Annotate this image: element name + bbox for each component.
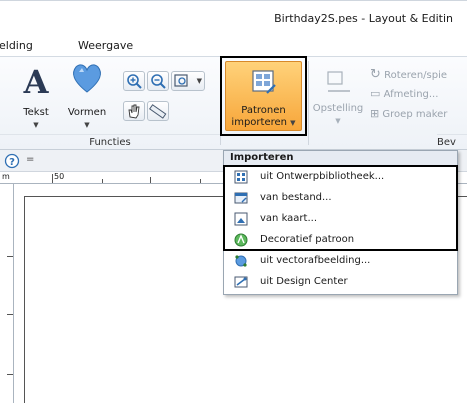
import-patterns-label: Patronen importeren ▼ bbox=[231, 105, 296, 128]
text-button[interactable]: A Tekst ▼ bbox=[14, 59, 58, 133]
ruler-tick bbox=[102, 179, 103, 183]
ribbon: A Tekst ▼ Vormen ▼ ▼ Functies Patronen i… bbox=[0, 56, 467, 150]
title-bar: Birthday2S.pes - Layout & Editin bbox=[0, 0, 467, 34]
vertical-ruler bbox=[0, 184, 14, 403]
import-patterns-icon bbox=[252, 70, 276, 94]
import-patterns-button[interactable]: Patronen importeren ▼ bbox=[220, 56, 307, 136]
group-command[interactable]: ⊞ Groep maker bbox=[370, 107, 447, 120]
text-icon: A bbox=[23, 63, 50, 97]
zoom-out-button[interactable] bbox=[147, 71, 169, 91]
shapes-button[interactable]: Vormen ▼ bbox=[62, 59, 112, 133]
design-center-icon bbox=[234, 276, 248, 288]
title-bar-border bbox=[0, 0, 467, 1]
arrange-group: Opstelling ▼ ↻ Roteren/spie ▭ Afmeting...… bbox=[310, 57, 467, 150]
customize-toolbar-icon[interactable]: = bbox=[26, 154, 34, 165]
svg-text:A: A bbox=[23, 63, 50, 97]
menu-item-label: uit Design Center bbox=[260, 276, 348, 287]
rotate-icon: ↻ bbox=[370, 67, 381, 82]
menu-item-from-design-center[interactable]: uit Design Center bbox=[224, 272, 457, 293]
menu-item-partial[interactable]: elding bbox=[0, 39, 33, 52]
pan-button[interactable] bbox=[123, 101, 145, 121]
functions-group-label: Functies bbox=[0, 134, 220, 150]
window-title: Birthday2S.pes - Layout & Editin bbox=[274, 12, 453, 25]
rotate-label: Roteren/spie bbox=[384, 70, 448, 81]
ruler-tick bbox=[7, 374, 13, 375]
group-separator bbox=[220, 61, 221, 145]
measure-command[interactable]: ▭ Afmeting... bbox=[370, 87, 438, 100]
zoom-fit-button[interactable]: ▼ bbox=[171, 71, 205, 91]
import-dropdown-menu: Importeren uit Ontwerpbibliotheek... van… bbox=[223, 150, 458, 295]
ruler-tick bbox=[200, 179, 201, 183]
zoom-in-icon bbox=[127, 74, 142, 89]
vector-icon bbox=[235, 255, 247, 267]
menu-item-from-vector-image[interactable]: uit vectorafbeelding... bbox=[224, 251, 457, 272]
help-icon[interactable]: ? bbox=[4, 153, 20, 169]
menu-item-label: uit vectorafbeelding... bbox=[260, 255, 371, 266]
zoom-out-icon bbox=[151, 74, 166, 89]
ruler-tick bbox=[7, 256, 13, 257]
ruler-icon bbox=[149, 104, 167, 119]
ruler-tick bbox=[150, 177, 151, 183]
svg-text:?: ? bbox=[9, 157, 15, 168]
highlight-frame bbox=[223, 165, 458, 251]
menu-item-view[interactable]: Weergave bbox=[78, 39, 133, 52]
zoom-fit-caret: ▼ bbox=[196, 77, 202, 85]
layout-button-label: Opstelling ▼ bbox=[312, 103, 364, 125]
functions-group: A Tekst ▼ Vormen ▼ ▼ Functies bbox=[0, 57, 220, 150]
text-button-label: Tekst ▼ bbox=[23, 107, 49, 129]
import-menu-header: Importeren bbox=[224, 151, 457, 166]
size-icon: ▭ bbox=[370, 87, 381, 100]
measure-label: Afmeting... bbox=[383, 89, 439, 100]
ruler-unit: m bbox=[2, 172, 10, 181]
layout-icon bbox=[327, 71, 350, 92]
ruler-tick bbox=[7, 314, 13, 315]
shapes-button-label: Vormen ▼ bbox=[67, 107, 107, 129]
rotate-command[interactable]: ↻ Roteren/spie bbox=[370, 67, 447, 82]
ruler-tick bbox=[52, 174, 53, 183]
group-label: Groep maker bbox=[382, 109, 448, 120]
partial-group-label: Bev bbox=[437, 134, 467, 150]
menu-bar: elding Weergave bbox=[0, 34, 467, 56]
ruler-mark-50: 50 bbox=[54, 172, 65, 181]
group-separator bbox=[308, 61, 309, 145]
layout-button[interactable]: Opstelling ▼ bbox=[312, 59, 364, 133]
zoom-fit-icon bbox=[174, 74, 188, 87]
heart-shape-icon bbox=[73, 64, 101, 93]
measure-button[interactable] bbox=[147, 101, 169, 121]
group-icon: ⊞ bbox=[370, 107, 380, 120]
hand-icon bbox=[128, 104, 140, 119]
page-border-left bbox=[24, 196, 25, 403]
zoom-in-button[interactable] bbox=[123, 71, 145, 91]
